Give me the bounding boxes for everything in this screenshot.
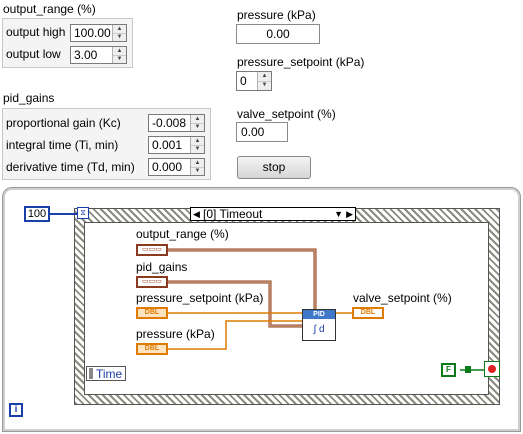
false-constant[interactable]: F xyxy=(441,363,456,377)
iteration-terminal: i xyxy=(9,403,23,417)
time-node-label: Time xyxy=(96,367,123,381)
stop-sign-icon xyxy=(488,365,496,373)
output-range-terminal[interactable]: ▭▭▭ xyxy=(136,244,168,256)
time-node-bar xyxy=(89,368,93,379)
time-event-data-node[interactable]: Time xyxy=(86,366,126,381)
pid-vi[interactable]: PID ∫ d xyxy=(302,309,336,341)
pressure-terminal[interactable]: DBL xyxy=(136,343,168,355)
pid-gains-terminal-label: pid_gains xyxy=(136,260,188,274)
loop-condition-stop-icon[interactable] xyxy=(484,361,500,377)
pid-integral-icon: ∫ d xyxy=(313,324,325,335)
output-range-terminal-label: output_range (%) xyxy=(136,227,229,241)
valve-setpoint-terminal[interactable]: DBL xyxy=(352,307,384,319)
pid-gains-terminal[interactable]: ▭▭▭ xyxy=(136,276,168,288)
tunnel-icon xyxy=(465,366,471,373)
pressure-setpoint-terminal-label: pressure_setpoint (kPa) xyxy=(136,291,264,305)
pressure-terminal-label: pressure (kPa) xyxy=(136,327,215,341)
valve-setpoint-terminal-label: valve_setpoint (%) xyxy=(353,291,452,305)
pid-vi-label: PID xyxy=(303,310,335,319)
pressure-setpoint-terminal[interactable]: DBL xyxy=(136,307,168,319)
